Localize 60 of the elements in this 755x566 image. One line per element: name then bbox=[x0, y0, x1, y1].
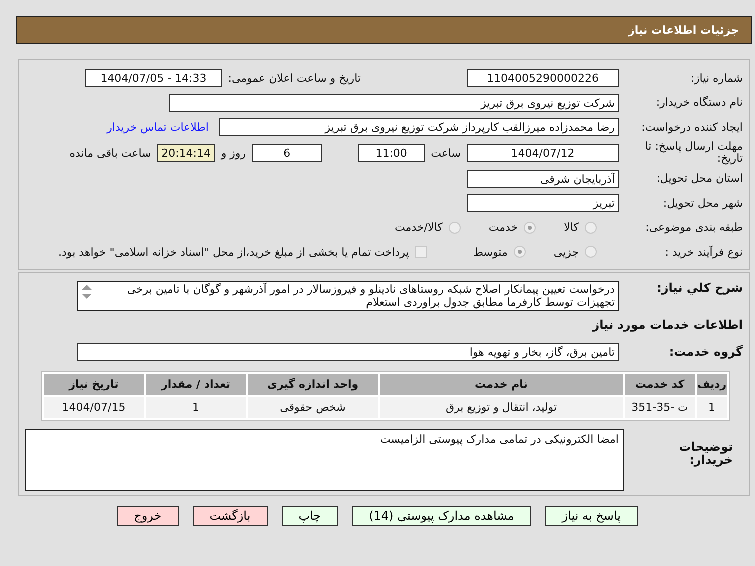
field-label: توضیحات خریدار: bbox=[678, 439, 734, 468]
need-number-field: 1104005290000226 bbox=[467, 69, 619, 88]
action-button[interactable]: چاپ bbox=[282, 506, 338, 526]
description-text: درخواست تعیین پیمانکار اصلاح شبکه روستاهای نادینلو و فیروزسالار در امور آذرشهر و گوگان با تامین برخی تجهیزات توسط کارفرما مطابق جدول براوردی استعلام bbox=[126, 282, 615, 308]
radio-label: کالا/خدمت bbox=[395, 221, 443, 234]
announce-date-field: 1404/07/05 - 14:33 bbox=[85, 69, 222, 88]
field-label: شهر محل تحویل: bbox=[662, 196, 743, 210]
field-label: نوع فرآیند خرید : bbox=[664, 246, 743, 259]
page-title: جزئیات اطلاعات نیاز bbox=[628, 24, 739, 36]
radio-button[interactable] bbox=[524, 222, 536, 234]
section-title: اطلاعات خدمات مورد نیاز bbox=[592, 318, 743, 332]
table-cell: 1404/07/15 bbox=[44, 397, 144, 418]
action-button[interactable]: مشاهده مدارک پیوستی (14) bbox=[352, 506, 532, 526]
radio-button[interactable] bbox=[514, 246, 526, 258]
radio-label: متوسط bbox=[473, 246, 508, 259]
deadline-time-field: 11:00 bbox=[358, 144, 426, 162]
radio-label: کالا bbox=[564, 221, 579, 234]
radio-label: خدمت bbox=[488, 221, 518, 234]
field-label: شماره نیاز: bbox=[690, 72, 743, 85]
column-header: نام خدمت bbox=[380, 374, 623, 395]
table-cell: تولید، انتقال و توزیع برق bbox=[380, 397, 623, 418]
time-label: ساعت bbox=[431, 146, 461, 160]
action-button[interactable]: پاسخ به نیاز bbox=[545, 506, 638, 526]
service-group-field: تامین برق، گاز، بخار و تهویه هوا bbox=[77, 343, 619, 361]
buyer-notes-text: امضا الکترونیکی در تمامی مدارک پیوستی الزامیست bbox=[379, 433, 619, 446]
field-label: استان محل تحویل: bbox=[656, 172, 743, 186]
field-label: شرح كلي نیاز: bbox=[656, 280, 743, 294]
column-header: ردیف bbox=[697, 374, 727, 395]
province-field: آذربایجان شرقی bbox=[467, 170, 619, 188]
radio-button[interactable] bbox=[585, 222, 597, 234]
radio-label: جزیی bbox=[554, 246, 579, 259]
table-cell: ت -35-351 bbox=[625, 397, 695, 418]
column-header: تعداد / مقدار bbox=[146, 374, 246, 395]
days-field: 6 bbox=[252, 144, 322, 162]
column-header: کد خدمت bbox=[625, 374, 695, 395]
remaining-time-field: 20:14:14 bbox=[157, 144, 216, 162]
checkbox-label: پرداخت تمام یا بخشی از مبلغ خرید،از محل "اسناد خزانه اسلامی" خواهد بود. bbox=[58, 246, 410, 259]
action-button[interactable]: بازگشت bbox=[192, 506, 268, 526]
city-field: تبریز bbox=[467, 194, 619, 212]
radio-button[interactable] bbox=[585, 246, 597, 258]
deadline-date-field: 1404/07/12 bbox=[467, 144, 619, 162]
field-label: نام دستگاه خریدار: bbox=[655, 96, 743, 110]
table-cell: شخص حقوقی bbox=[248, 397, 378, 418]
table-cell: 1 bbox=[146, 397, 246, 418]
field-label: ایجاد کننده درخواست: bbox=[640, 120, 743, 134]
buyer-contact-link[interactable]: اطلاعات تماس خریدار bbox=[107, 120, 209, 134]
field-label: تاریخ و ساعت اعلان عمومی: bbox=[228, 72, 361, 85]
column-header: تاریخ نیاز bbox=[44, 374, 144, 395]
field-label: طبقه بندی موضوعی: bbox=[644, 221, 743, 234]
remaining-label: ساعت باقی مانده bbox=[70, 146, 152, 160]
field-label: مهلت ارسال پاسخ: تا تاریخ: bbox=[644, 140, 743, 166]
buyer-org-field: شرکت توزیع نیروی برق تبریز bbox=[169, 94, 619, 112]
table-cell: 1 bbox=[697, 397, 727, 418]
column-header: واحد اندازه گیری bbox=[248, 374, 378, 395]
field-label: گروه خدمت: bbox=[668, 345, 743, 359]
creator-field: رضا محمدزاده میرزالقب کارپرداز شرکت توزیع نیروی برق تبریز bbox=[219, 118, 619, 136]
radio-button[interactable] bbox=[448, 222, 461, 234]
days-label: روز و bbox=[221, 146, 246, 160]
action-button[interactable]: خروج bbox=[117, 506, 179, 526]
checkbox[interactable] bbox=[415, 246, 428, 258]
